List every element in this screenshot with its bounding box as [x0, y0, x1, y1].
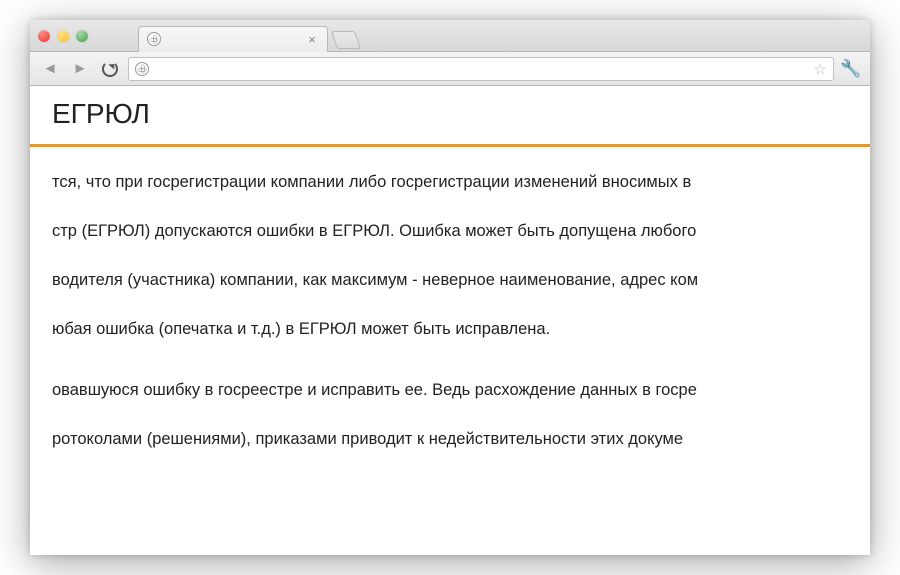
browser-tab[interactable]: ×: [138, 26, 328, 52]
settings-button[interactable]: 🔧: [840, 58, 862, 80]
browser-window: × ◄ ► ☆ 🔧 ЕГРЮЛ тся, что при госрегистра…: [30, 20, 870, 555]
forward-icon: ►: [73, 60, 88, 77]
window-maximize-button[interactable]: [76, 30, 88, 42]
tab-close-button[interactable]: ×: [305, 32, 319, 46]
body-line: тся, что при госрегистрации компании либ…: [30, 171, 870, 194]
back-button[interactable]: ◄: [38, 58, 62, 80]
forward-button[interactable]: ►: [68, 58, 92, 80]
body-line: ротоколами (решениями), приказами привод…: [30, 428, 870, 451]
heading-divider: [30, 144, 870, 147]
page-content: ЕГРЮЛ тся, что при госрегистрации компан…: [30, 86, 870, 478]
new-tab-button[interactable]: [331, 31, 361, 49]
window-close-button[interactable]: [38, 30, 50, 42]
back-icon: ◄: [43, 60, 58, 77]
toolbar: ◄ ► ☆ 🔧: [30, 52, 870, 86]
body-line: водителя (участника) компании, как макси…: [30, 269, 870, 292]
globe-icon: [135, 62, 149, 76]
reload-icon: [102, 61, 118, 77]
titlebar: ×: [30, 20, 870, 52]
body-line: овавшуюся ошибку в госреестре и исправит…: [30, 379, 870, 402]
address-bar[interactable]: ☆: [128, 57, 834, 81]
window-minimize-button[interactable]: [57, 30, 69, 42]
window-controls: [38, 30, 88, 42]
bookmark-star-icon[interactable]: ☆: [814, 60, 827, 78]
page-viewport: ЕГРЮЛ тся, что при госрегистрации компан…: [30, 86, 870, 555]
page-heading: ЕГРЮЛ: [30, 98, 870, 144]
body-line: юбая ошибка (опечатка и т.д.) в ЕГРЮЛ мо…: [30, 318, 870, 341]
reload-button[interactable]: [98, 58, 122, 80]
wrench-icon: 🔧: [840, 59, 861, 79]
globe-icon: [147, 32, 161, 46]
url-input[interactable]: [155, 62, 808, 76]
body-line: стр (ЕГРЮЛ) допускаются ошибки в ЕГРЮЛ. …: [30, 220, 870, 243]
